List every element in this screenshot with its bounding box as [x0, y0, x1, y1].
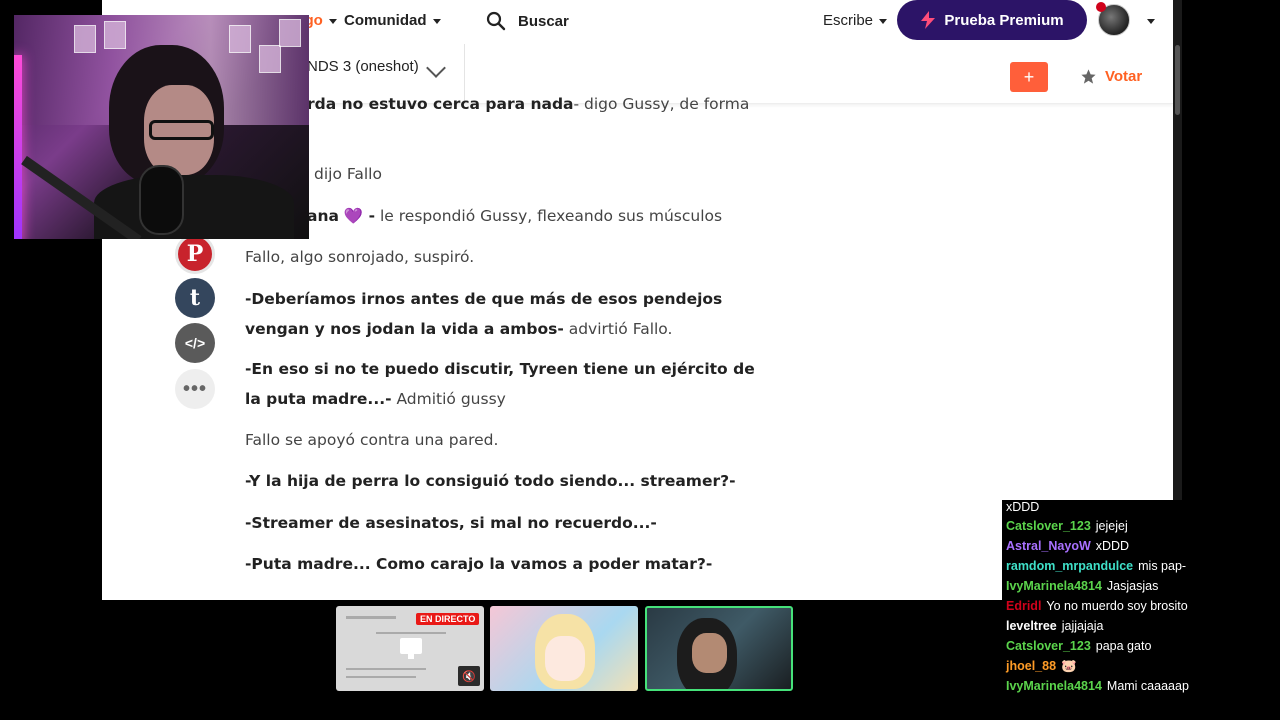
chat-text: papa gato: [1095, 639, 1152, 653]
user-avatar[interactable]: [1096, 2, 1130, 36]
story-paragraph: Fallo se apoyó contra una pared.: [245, 431, 499, 449]
story-paragraph: Fallo, algo sonrojado, suspiró.: [245, 248, 475, 266]
story-paragraph: -En eso si no te puedo discutir, Tyreen …: [245, 360, 755, 408]
tumblr-share-icon[interactable]: t: [175, 278, 215, 318]
vote-label: Votar: [1105, 68, 1143, 85]
chat-username[interactable]: Catslover_123: [1006, 519, 1091, 533]
chat-message: IvyMarinela4814 Jasjasjas: [1006, 579, 1158, 593]
story-paragraph: -Streamer de asesinatos, si mal no recue…: [245, 514, 657, 532]
monitor-icon: [400, 638, 422, 654]
wall-poster: [279, 19, 301, 47]
chat-text: jajjajaja: [1061, 619, 1104, 633]
notification-dot: [1096, 2, 1106, 12]
chat-message: Edridl Yo no muerdo soy brosito: [1006, 599, 1188, 613]
chat-message: leveltree jajjajaja: [1006, 619, 1103, 633]
story-paragraph: -Y la hija de perra lo consiguió todo si…: [245, 472, 736, 490]
microphone: [139, 165, 184, 235]
story-paragraph: ana 💜 - le respondió Gussy, flexeando su…: [307, 207, 723, 225]
chat-text: Mami caaaaap: [1106, 679, 1189, 693]
mute-icon[interactable]: 🔇: [458, 666, 480, 686]
led-strip: [14, 55, 22, 239]
chat-username[interactable]: leveltree: [1006, 619, 1057, 633]
premium-label: Prueba Premium: [944, 11, 1064, 29]
wall-poster: [104, 21, 126, 49]
chat-text: xDDD: [1006, 500, 1040, 514]
chat-message: IvyMarinela4814 Mami caaaaap: [1006, 679, 1189, 693]
chat-message: Astral_NayoW xDDD: [1006, 539, 1129, 553]
thumbnail-text-line: [346, 668, 426, 670]
streamer-webcam: [14, 15, 309, 239]
thumbnail-text-line: [346, 676, 416, 678]
chat-text: mis pap-: [1138, 559, 1187, 573]
star-icon: [1081, 69, 1096, 84]
chevron-down-icon: [432, 18, 441, 24]
scroll-thumb[interactable]: [1175, 45, 1180, 115]
glasses: [149, 120, 214, 140]
nav-write[interactable]: Escribe: [823, 12, 888, 29]
chat-text: Jasjasjas: [1106, 579, 1159, 593]
chat-message: Catslover_123 jejejej: [1006, 519, 1128, 533]
search-icon: [486, 11, 506, 31]
wall-poster: [259, 45, 281, 73]
page-scrollbar[interactable]: [1173, 0, 1182, 510]
chevron-down-icon: [328, 18, 337, 24]
stream-thumbnail[interactable]: [490, 606, 638, 691]
chat-text: xDDD: [1095, 539, 1130, 553]
chat-username[interactable]: ramdom_mrpandulce: [1006, 559, 1133, 573]
chevron-down-icon[interactable]: [426, 58, 446, 78]
chat-username[interactable]: Astral_NayoW: [1006, 539, 1091, 553]
chat-text: jejejej: [1095, 519, 1128, 533]
more-options-icon[interactable]: •••: [175, 369, 215, 409]
story-paragraph: -Deberíamos irnos antes de que más de es…: [245, 290, 723, 338]
stream-thumbnail[interactable]: EN DIRECTO 🔇: [336, 606, 484, 691]
premium-button[interactable]: Prueba Premium: [897, 0, 1087, 40]
story-paragraph: rda no estuvo cerca para nada- digo Guss…: [307, 95, 750, 113]
add-to-list-button[interactable]: +: [1010, 62, 1048, 92]
stream-thumbnail-selected[interactable]: [645, 606, 793, 691]
avatar-chevron-down-icon[interactable]: [1147, 19, 1155, 24]
chat-username[interactable]: Edridl: [1006, 599, 1041, 613]
nav-community[interactable]: Comunidad: [344, 12, 441, 29]
chat-text: Yo no muerdo soy brosito: [1046, 599, 1188, 613]
chevron-down-icon: [879, 18, 888, 24]
story-paragraph: dijo Fallo: [314, 165, 382, 183]
pinterest-share-icon[interactable]: P: [175, 234, 215, 274]
chat-message: ramdom_mrpandulce mis pap-: [1006, 559, 1186, 573]
wall-poster: [229, 25, 251, 53]
lightning-icon: [921, 11, 936, 29]
chat-username[interactable]: IvyMarinela4814: [1006, 579, 1102, 593]
chat-message: xDDD: [1006, 500, 1039, 514]
embed-code-icon[interactable]: </>: [175, 323, 215, 363]
thumbnail-text-line: [346, 616, 396, 619]
chat-username[interactable]: IvyMarinela4814: [1006, 679, 1102, 693]
live-badge: EN DIRECTO: [416, 613, 480, 625]
chat-username[interactable]: Catslover_123: [1006, 639, 1091, 653]
person-face: [692, 633, 727, 673]
search-label: Buscar: [518, 13, 569, 30]
monitor-stand: [408, 654, 414, 659]
chat-message: jhoel_88 🐷: [1006, 659, 1077, 674]
wall-poster: [74, 25, 96, 53]
story-part-title[interactable]: NDS 3 (oneshot): [307, 58, 419, 75]
thumbnail-text-line: [376, 632, 446, 634]
stream-chat: xDDD Catslover_123 jejejej Astral_NayoW xDDD…: [1002, 500, 1280, 720]
story-paragraph: -Puta madre... Como carajo la vamos a po…: [245, 555, 713, 573]
vote-button[interactable]: Votar: [1080, 68, 1142, 85]
chat-message: Catslover_123 papa gato: [1006, 639, 1151, 653]
chat-text: 🐷: [1061, 659, 1077, 673]
chat-username[interactable]: jhoel_88: [1006, 659, 1056, 673]
anime-character-face: [545, 636, 585, 681]
